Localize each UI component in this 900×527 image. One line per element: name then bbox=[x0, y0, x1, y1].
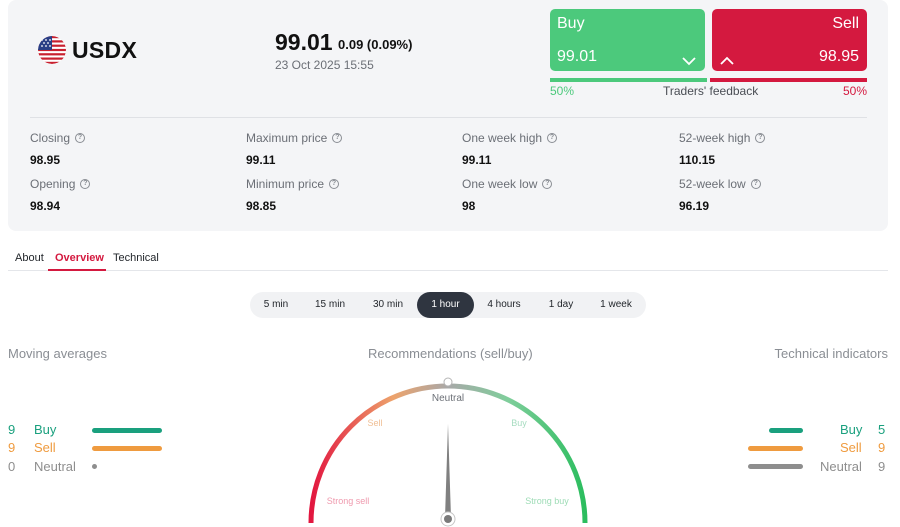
moving-averages-title: Moving averages bbox=[8, 346, 107, 361]
stat-52-week-high: 52-week high? 110.15 bbox=[679, 131, 766, 167]
traders-feedback-label: Traders' feedback bbox=[663, 84, 759, 98]
ma-neutral-label: Neutral bbox=[34, 459, 76, 474]
ma-sell-label: Sell bbox=[34, 440, 56, 455]
ti-sell-label: Sell bbox=[840, 440, 862, 455]
ma-neutral-bar bbox=[92, 464, 97, 469]
tab-about[interactable]: About bbox=[15, 252, 44, 264]
sell-button[interactable]: Sell 98.95 bbox=[712, 9, 867, 71]
ma-buy-count: 9 bbox=[8, 422, 16, 437]
ti-sell-bar bbox=[748, 446, 803, 451]
tab-overview[interactable]: Overview bbox=[55, 252, 104, 264]
stat-52-week-low: 52-week low? 96.19 bbox=[679, 177, 761, 213]
info-icon[interactable]: ? bbox=[329, 179, 340, 189]
buy-button-label: Buy bbox=[557, 15, 585, 32]
tabs-divider bbox=[8, 270, 888, 271]
ti-sell-count: 9 bbox=[878, 440, 886, 455]
gauge-svg: Neutral Sell Buy Strong sell Strong buy bbox=[308, 377, 588, 527]
chevron-down-icon bbox=[682, 53, 696, 66]
tab-technical[interactable]: Technical bbox=[113, 252, 159, 264]
instrument-symbol: USDX bbox=[72, 37, 138, 63]
gauge-needle-center bbox=[444, 515, 452, 523]
technical-indicators-title: Technical indicators bbox=[774, 346, 888, 361]
stat-label: Closing bbox=[30, 131, 71, 145]
buy-price: 99.01 bbox=[557, 48, 598, 65]
stat-value: 98 bbox=[462, 199, 476, 213]
ti-neutral-count: 9 bbox=[878, 459, 886, 474]
ma-sell-bar bbox=[92, 446, 162, 451]
stat-value: 98.94 bbox=[30, 199, 61, 213]
info-icon[interactable]: ? bbox=[755, 133, 766, 143]
stat-opening: Opening? 98.94 bbox=[30, 177, 91, 213]
info-icon[interactable]: ? bbox=[750, 179, 761, 189]
card-divider bbox=[30, 117, 867, 118]
stat-value: 98.85 bbox=[246, 199, 277, 213]
stat-label: Opening bbox=[30, 177, 76, 191]
info-icon[interactable]: ? bbox=[547, 133, 558, 143]
info-icon[interactable]: ? bbox=[80, 179, 91, 189]
gauge-label-sell: Sell bbox=[367, 418, 382, 428]
ma-sell-count: 9 bbox=[8, 440, 16, 455]
traders-feedback-sell-bar bbox=[710, 78, 867, 82]
stat-closing: Closing? 98.95 bbox=[30, 131, 86, 167]
price-change: 0.09 (0.09%) bbox=[338, 37, 413, 52]
gauge-label-strong-buy: Strong buy bbox=[525, 496, 569, 506]
period-30-min[interactable]: 30 min bbox=[363, 292, 413, 318]
stat-value: 98.95 bbox=[30, 153, 61, 167]
stat-label: 52-week high bbox=[679, 131, 751, 145]
period-selector: 5 min 15 min 30 min 1 hour 4 hours 1 day… bbox=[250, 292, 646, 318]
period-5-min[interactable]: 5 min bbox=[255, 292, 297, 318]
active-tab-indicator bbox=[48, 269, 106, 271]
price-timestamp: 23 Oct 2025 15:55 bbox=[275, 58, 374, 72]
ti-neutral-label: Neutral bbox=[820, 459, 862, 474]
ma-neutral-count: 0 bbox=[8, 459, 16, 474]
ma-buy-label: Buy bbox=[34, 422, 57, 437]
ti-buy-count: 5 bbox=[878, 422, 886, 437]
period-1-day[interactable]: 1 day bbox=[537, 292, 585, 318]
ti-neutral-bar bbox=[748, 464, 803, 469]
stat-value: 99.11 bbox=[246, 153, 276, 167]
period-15-min[interactable]: 15 min bbox=[305, 292, 355, 318]
gauge-label-buy: Buy bbox=[511, 418, 527, 428]
current-price: 99.01 bbox=[275, 29, 333, 55]
gauge-label-neutral: Neutral bbox=[432, 393, 464, 404]
stat-label: Minimum price bbox=[246, 177, 325, 191]
ti-buy-label: Buy bbox=[840, 422, 863, 437]
sell-price: 98.95 bbox=[818, 48, 859, 65]
sell-button-label: Sell bbox=[832, 15, 859, 32]
recommendations-title: Recommendations (sell/buy) bbox=[368, 346, 533, 361]
traders-feedback-buy-percent: 50% bbox=[550, 84, 575, 98]
ma-buy-bar bbox=[92, 428, 162, 433]
chevron-up-icon bbox=[720, 53, 734, 65]
stat-label: One week high bbox=[462, 131, 543, 145]
stat-one-week-high: One week high? 99.11 bbox=[462, 131, 558, 167]
info-icon[interactable]: ? bbox=[332, 133, 343, 143]
buy-button[interactable]: Buy 99.01 bbox=[550, 9, 705, 71]
period-1-week[interactable]: 1 week bbox=[590, 292, 642, 318]
stat-one-week-low: One week low? 98 bbox=[462, 177, 553, 213]
stat-value: 110.15 bbox=[679, 153, 716, 167]
stat-minimum-price: Minimum price? 98.85 bbox=[246, 177, 340, 213]
stat-label: 52-week low bbox=[679, 177, 746, 191]
period-1-hour[interactable]: 1 hour bbox=[417, 292, 474, 318]
gauge-label-strong-sell: Strong sell bbox=[327, 496, 370, 506]
info-icon[interactable]: ? bbox=[542, 179, 553, 189]
traders-feedback-sell-percent: 50% bbox=[842, 84, 867, 98]
gauge-needle bbox=[445, 424, 451, 518]
recommendation-gauge: Neutral Sell Buy Strong sell Strong buy bbox=[300, 370, 600, 527]
stat-label: One week low bbox=[462, 177, 538, 191]
info-icon[interactable]: ? bbox=[75, 133, 86, 143]
us-flag-icon bbox=[38, 36, 66, 64]
gauge-top-marker bbox=[443, 377, 453, 387]
stat-maximum-price: Maximum price? 99.11 bbox=[246, 131, 343, 167]
traders-feedback-buy-bar bbox=[550, 78, 707, 82]
period-4-hours[interactable]: 4 hours bbox=[479, 292, 529, 318]
stat-label: Maximum price bbox=[246, 131, 328, 145]
ti-buy-bar bbox=[769, 428, 803, 433]
stat-value: 96.19 bbox=[679, 199, 710, 213]
stat-value: 99.11 bbox=[462, 153, 492, 167]
